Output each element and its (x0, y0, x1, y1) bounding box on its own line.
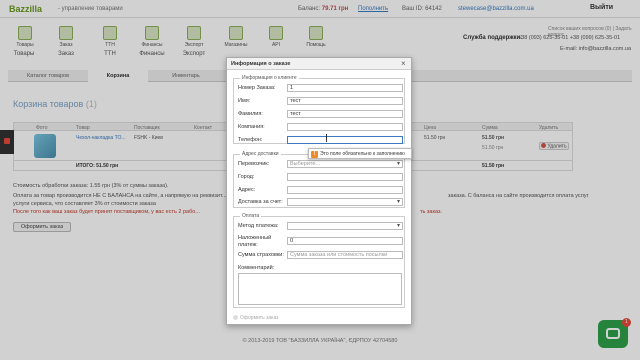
validation-message: Это поле обязательно к заполнению (320, 151, 405, 157)
order-number-label: Номер Заказа: (238, 85, 276, 91)
client-fieldset: Информация о клиенте Номер Заказа: 1 Имя… (233, 75, 405, 144)
delivery-fieldset: Адрес доставки Перевозчик: Выберите... Г… (233, 151, 405, 208)
submit-icon (233, 314, 238, 320)
warning-icon: ! (311, 151, 318, 158)
delivery-payer-select[interactable] (287, 198, 403, 206)
order-info-modal: Информация о заказе × Информация о клиен… (226, 57, 412, 325)
modal-submit-label: Оформить заказ (240, 315, 279, 321)
insurance-field[interactable]: Сумма заказа или стоимость посылки (287, 251, 403, 259)
payment-legend: Оплата (240, 213, 262, 219)
address-field[interactable] (287, 186, 403, 194)
text-cursor (326, 134, 328, 142)
order-number-field[interactable]: 1 (287, 84, 403, 92)
company-label: Компания: (238, 124, 265, 130)
city-label: Город: (238, 174, 255, 180)
company-field[interactable] (287, 123, 403, 131)
cod-field[interactable]: 0 (287, 237, 403, 245)
close-icon[interactable]: × (401, 59, 406, 68)
comment-field[interactable] (238, 273, 402, 305)
last-name-label: Фамилия: (238, 111, 263, 117)
payment-method-label: Метод платежа: (238, 223, 279, 229)
delivery-legend: Адрес доставки (240, 151, 281, 157)
modal-header: Информация о заказе × (227, 58, 411, 70)
modal-submit-button[interactable]: Оформить заказ (233, 314, 303, 323)
cod-label: Наложенный платеж: (238, 235, 272, 248)
modal-title: Информация о заказе (231, 61, 291, 67)
carrier-label: Перевозчик: (238, 161, 270, 167)
payment-method-select[interactable] (287, 222, 403, 230)
first-name-field[interactable]: тест (287, 97, 403, 105)
comment-label: Комментарий: (238, 265, 275, 271)
city-field[interactable] (287, 173, 403, 181)
validation-tooltip: ! Это поле обязательно к заполнению (308, 148, 412, 159)
last-name-field[interactable]: тест (287, 110, 403, 118)
first-name-label: Имя: (238, 98, 251, 104)
address-label: Адрес: (238, 187, 256, 193)
phone-field[interactable] (287, 136, 403, 144)
carrier-select[interactable]: Выберите... (287, 160, 403, 168)
payment-fieldset: Оплата Метод платежа: Наложенный платеж:… (233, 213, 405, 308)
delivery-payer-label: Доставка за счет: (238, 199, 283, 205)
client-legend: Информация о клиенте (240, 75, 299, 81)
insurance-label: Сумма страховки: (238, 252, 284, 258)
phone-label: Телефон: (238, 137, 263, 143)
